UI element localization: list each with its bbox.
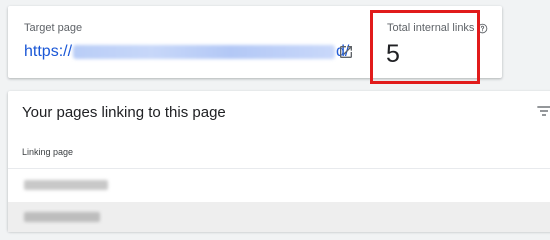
table-row[interactable] bbox=[8, 202, 550, 232]
redacted-link-text bbox=[24, 180, 108, 190]
target-page-url-link[interactable]: https:// d/ bbox=[24, 43, 349, 61]
target-page-label: Target page bbox=[24, 22, 83, 34]
url-redacted bbox=[73, 45, 336, 59]
url-prefix[interactable]: https:// bbox=[24, 43, 72, 61]
filter-icon[interactable] bbox=[536, 104, 550, 118]
column-header-linking-page[interactable]: Linking page bbox=[22, 147, 73, 157]
table-row[interactable] bbox=[8, 168, 550, 203]
highlight-box bbox=[370, 10, 480, 84]
open-in-new-icon[interactable] bbox=[338, 44, 354, 60]
redacted-link-text bbox=[24, 212, 100, 222]
section-title: Your pages linking to this page bbox=[22, 104, 226, 121]
linking-pages-card: Your pages linking to this page Linking … bbox=[8, 91, 550, 232]
